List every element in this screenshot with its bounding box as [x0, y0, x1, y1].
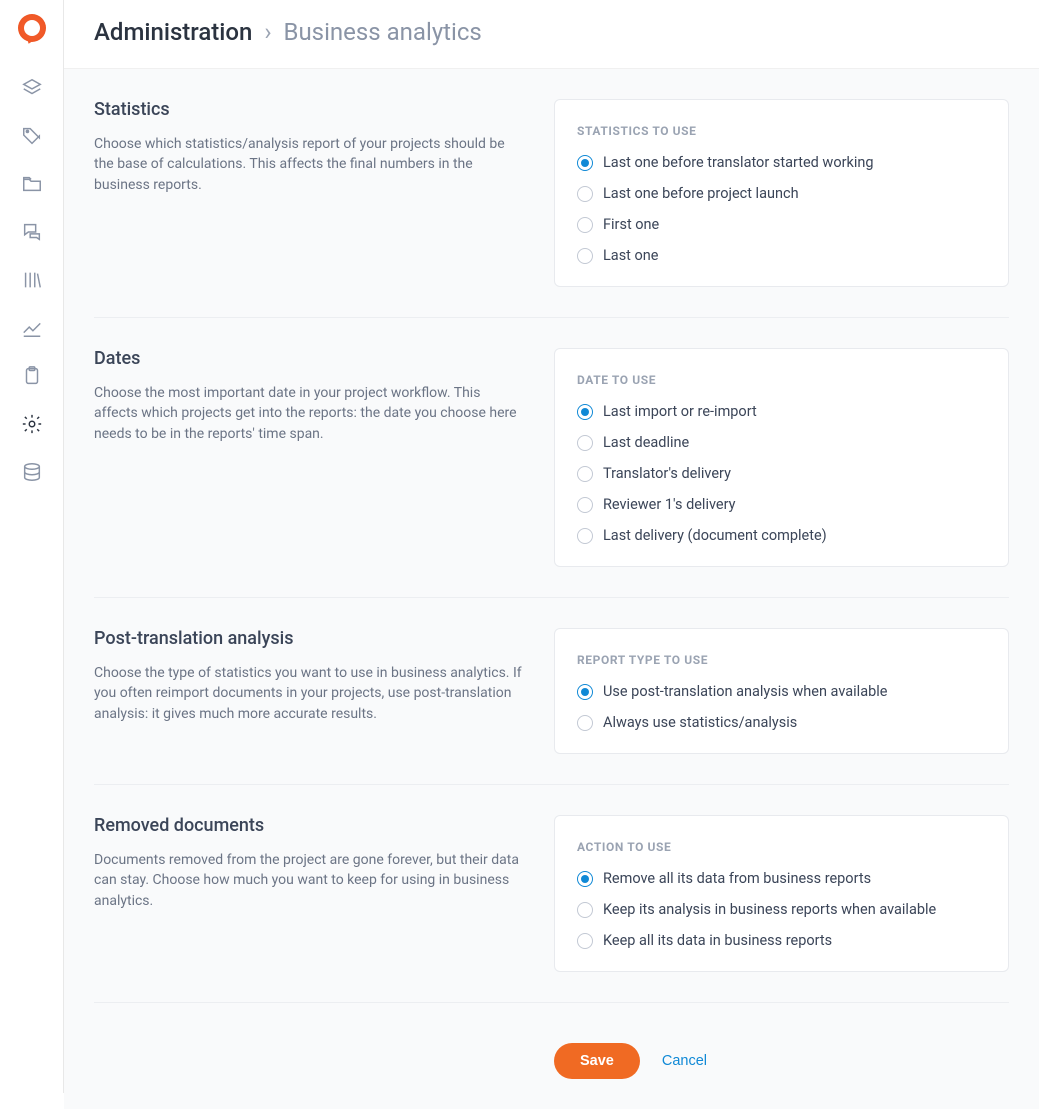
radio-icon — [577, 466, 593, 482]
section-removed: Removed documents Documents removed from… — [94, 815, 1009, 1003]
section-desc: Choose the type of statistics you want t… — [94, 663, 524, 724]
section-desc: Choose which statistics/analysis report … — [94, 134, 524, 195]
section-dates: Dates Choose the most important date in … — [94, 348, 1009, 598]
radio-icon — [577, 497, 593, 513]
radio-icon — [577, 902, 593, 918]
chat-icon[interactable] — [20, 220, 44, 244]
radio-icon — [577, 933, 593, 949]
tag-icon[interactable] — [20, 124, 44, 148]
radio-option[interactable]: Remove all its data from business report… — [577, 870, 986, 887]
card-statistics: Statistics to use Last one before transl… — [554, 99, 1009, 287]
radio-label: Last deadline — [603, 434, 689, 451]
radio-label: Remove all its data from business report… — [603, 870, 871, 887]
section-title: Dates — [94, 348, 524, 369]
gear-icon[interactable] — [20, 412, 44, 436]
radio-icon — [577, 155, 593, 171]
breadcrumb-current: Business analytics — [284, 18, 482, 46]
radio-label: Always use statistics/analysis — [603, 714, 797, 731]
radio-label: Keep its analysis in business reports wh… — [603, 901, 936, 918]
card-removed: Action to use Remove all its data from b… — [554, 815, 1009, 972]
app-logo[interactable] — [18, 14, 46, 42]
radio-icon — [577, 248, 593, 264]
section-desc: Choose the most important date in your p… — [94, 383, 524, 444]
radio-label: Translator's delivery — [603, 465, 731, 482]
radio-icon — [577, 404, 593, 420]
breadcrumb-root[interactable]: Administration — [94, 18, 252, 46]
radio-icon — [577, 715, 593, 731]
radio-label: Last delivery (document complete) — [603, 527, 827, 544]
radio-option[interactable]: Translator's delivery — [577, 465, 986, 482]
radio-option[interactable]: Always use statistics/analysis — [577, 714, 986, 731]
section-title: Post-translation analysis — [94, 628, 524, 649]
page-header: Administration › Business analytics — [64, 0, 1039, 69]
radio-option[interactable]: Last deadline — [577, 434, 986, 451]
section-pta: Post-translation analysis Choose the typ… — [94, 628, 1009, 785]
main-content: Administration › Business analytics Stat… — [64, 0, 1039, 1093]
radio-icon — [577, 871, 593, 887]
section-statistics: Statistics Choose which statistics/analy… — [94, 99, 1009, 318]
clipboard-icon[interactable] — [20, 364, 44, 388]
card-pta: Report type to use Use post-translation … — [554, 628, 1009, 754]
radio-label: Last one before project launch — [603, 185, 799, 202]
radio-option[interactable]: Reviewer 1's delivery — [577, 496, 986, 513]
save-button[interactable]: Save — [554, 1043, 640, 1079]
card-label: Action to use — [577, 840, 986, 854]
radio-icon — [577, 528, 593, 544]
form-actions: Save Cancel — [94, 1033, 1009, 1079]
radio-label: Last import or re-import — [603, 403, 757, 420]
card-dates: Date to use Last import or re-import Last… — [554, 348, 1009, 567]
section-title: Removed documents — [94, 815, 524, 836]
folder-icon[interactable] — [20, 172, 44, 196]
radio-icon — [577, 186, 593, 202]
chevron-right-icon: › — [264, 18, 271, 46]
radio-option[interactable]: Last import or re-import — [577, 403, 986, 420]
radio-label: First one — [603, 216, 659, 233]
card-label: Statistics to use — [577, 124, 986, 138]
card-label: Report type to use — [577, 653, 986, 667]
radio-option[interactable]: Last one before translator started worki… — [577, 154, 986, 171]
breadcrumb: Administration › Business analytics — [94, 18, 1009, 46]
database-icon[interactable] — [20, 460, 44, 484]
radio-label: Reviewer 1's delivery — [603, 496, 736, 513]
radio-option[interactable]: First one — [577, 216, 986, 233]
radio-option[interactable]: Keep all its data in business reports — [577, 932, 986, 949]
radio-icon — [577, 435, 593, 451]
content-area: Statistics Choose which statistics/analy… — [64, 69, 1039, 1109]
radio-option[interactable]: Last one before project launch — [577, 185, 986, 202]
radio-option[interactable]: Keep its analysis in business reports wh… — [577, 901, 986, 918]
chart-icon[interactable] — [20, 316, 44, 340]
radio-label: Last one — [603, 247, 659, 264]
section-title: Statistics — [94, 99, 524, 120]
cancel-button[interactable]: Cancel — [662, 1053, 707, 1069]
section-desc: Documents removed from the project are g… — [94, 850, 524, 911]
radio-label: Last one before translator started worki… — [603, 154, 874, 171]
radio-label: Keep all its data in business reports — [603, 932, 832, 949]
sidebar — [0, 0, 64, 1093]
card-label: Date to use — [577, 373, 986, 387]
radio-icon — [577, 217, 593, 233]
radio-option[interactable]: Last one — [577, 247, 986, 264]
radio-option[interactable]: Use post-translation analysis when avail… — [577, 683, 986, 700]
radio-option[interactable]: Last delivery (document complete) — [577, 527, 986, 544]
radio-icon — [577, 684, 593, 700]
radio-label: Use post-translation analysis when avail… — [603, 683, 887, 700]
library-icon[interactable] — [20, 268, 44, 292]
layers-icon[interactable] — [20, 76, 44, 100]
